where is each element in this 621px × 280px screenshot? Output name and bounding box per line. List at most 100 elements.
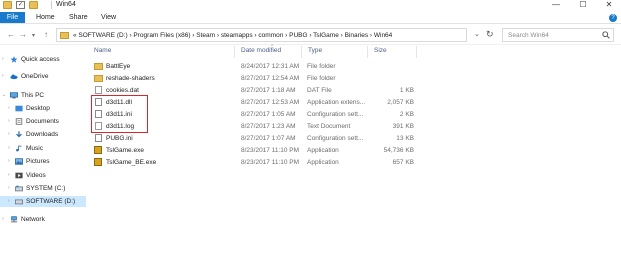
address-dropdown-button[interactable]: ⌄ — [474, 30, 480, 38]
highlight-annotation-box — [91, 95, 148, 133]
chevron-right-icon[interactable]: › — [8, 183, 10, 194]
file-size: 13 KB — [396, 135, 414, 142]
file-type: Application — [307, 159, 339, 166]
column-divider[interactable] — [367, 46, 368, 58]
column-divider[interactable] — [301, 46, 302, 58]
column-date-modified[interactable]: Date modified — [241, 47, 281, 54]
column-name[interactable]: Name — [94, 47, 111, 54]
new-folder-icon[interactable] — [29, 1, 38, 9]
column-size[interactable]: Size — [374, 47, 387, 54]
chevron-right-icon[interactable]: › — [2, 214, 4, 225]
chevron-right-icon[interactable]: › — [8, 156, 10, 167]
tab-share[interactable]: Share — [63, 12, 94, 23]
videos-icon — [15, 172, 23, 179]
nav-desktop[interactable]: › Desktop — [0, 103, 86, 114]
minimize-button[interactable]: — — [544, 0, 568, 10]
chevron-right-icon[interactable]: › — [2, 54, 4, 65]
nav-label: Pictures — [26, 158, 50, 165]
chevron-right-icon[interactable]: › — [8, 170, 10, 181]
file-type: Configuration sett... — [307, 111, 364, 118]
file-size: 2,057 KB — [387, 99, 414, 106]
chevron-right-icon[interactable]: › — [8, 196, 10, 207]
nav-label: SYSTEM (C:) — [26, 185, 66, 192]
network-icon — [10, 216, 18, 223]
maximize-button[interactable]: ☐ — [571, 0, 595, 10]
file-date: 8/24/2017 12:31 AM — [241, 63, 300, 70]
exe-icon — [94, 146, 102, 154]
chevron-down-icon[interactable]: ⌄ — [2, 90, 6, 101]
file-row[interactable]: TslGame_BE.exe 8/23/2017 11:10 PM Applic… — [92, 157, 422, 168]
file-row[interactable]: BattlEye 8/24/2017 12:31 AM File folder — [92, 61, 422, 72]
nav-label: Music — [26, 145, 43, 152]
chevron-right-icon[interactable]: › — [8, 103, 10, 114]
file-type: File folder — [307, 75, 336, 82]
file-row[interactable]: TslGame.exe 8/23/2017 11:10 PM Applicati… — [92, 145, 422, 156]
nav-label: Desktop — [26, 105, 50, 112]
breadcrumb[interactable]: « SOFTWARE (D:) › Program Files (x86) › … — [73, 32, 392, 39]
address-bar[interactable]: « SOFTWARE (D:) › Program Files (x86) › … — [56, 28, 467, 42]
chevron-right-icon[interactable]: › — [8, 129, 10, 140]
nav-onedrive[interactable]: › OneDrive — [0, 71, 86, 82]
file-size: 657 KB — [392, 159, 414, 166]
tab-home[interactable]: Home — [30, 12, 61, 23]
close-button[interactable]: ✕ — [597, 0, 621, 10]
nav-videos[interactable]: › Videos — [0, 170, 86, 181]
file-name: TslGame.exe — [106, 147, 144, 154]
chevron-right-icon[interactable]: › — [8, 116, 10, 127]
nav-documents[interactable]: › Documents — [0, 116, 86, 127]
search-icon — [602, 31, 610, 39]
nav-quick-access[interactable]: › Quick access — [0, 54, 86, 65]
nav-system-drive[interactable]: › SYSTEM (C:) — [0, 183, 86, 194]
separator — [51, 1, 52, 9]
file-size: 2 KB — [399, 111, 414, 118]
file-type: Application — [307, 147, 339, 154]
pc-icon — [10, 92, 18, 99]
tab-view[interactable]: View — [95, 12, 122, 23]
file-date: 8/27/2017 12:53 AM — [241, 99, 300, 106]
column-divider[interactable] — [234, 46, 235, 58]
forward-button[interactable]: → — [19, 30, 27, 39]
cloud-icon — [10, 74, 18, 80]
file-date: 8/23/2017 11:10 PM — [241, 159, 300, 166]
chevron-right-icon[interactable]: › — [2, 71, 4, 82]
desktop-icon — [15, 105, 23, 112]
file-type: Configuration sett... — [307, 135, 364, 142]
column-type[interactable]: Type — [308, 47, 322, 54]
recent-locations-button[interactable]: ▾ — [32, 32, 35, 39]
file-name: TslGame_BE.exe — [106, 159, 157, 166]
file-date: 8/23/2017 11:10 PM — [241, 147, 300, 154]
nav-label: Network — [21, 216, 45, 223]
chevron-right-icon[interactable]: › — [8, 143, 10, 154]
file-date: 8/27/2017 1:07 AM — [241, 135, 296, 142]
star-icon — [10, 56, 18, 63]
file-date: 8/27/2017 1:05 AM — [241, 111, 296, 118]
address-row: ← → ▾ ↑ « SOFTWARE (D:) › Program Files … — [0, 25, 621, 45]
nav-this-pc[interactable]: ⌄ This PC — [0, 90, 86, 101]
navigation-pane: › Quick access › OneDrive ⌄ This PC › De… — [0, 46, 86, 280]
nav-network[interactable]: › Network — [0, 214, 86, 225]
folder-icon — [94, 63, 103, 70]
folder-icon — [94, 75, 103, 82]
file-date: 8/27/2017 1:18 AM — [241, 87, 296, 94]
file-name: reshade-shaders — [106, 75, 155, 82]
file-size: 54,736 KB — [383, 147, 414, 154]
file-name: BattlEye — [106, 63, 131, 70]
file-type: Text Document — [307, 123, 351, 130]
nav-pictures[interactable]: › Pictures — [0, 156, 86, 167]
file-row[interactable]: PUBG.ini 8/27/2017 1:07 AM Configuration… — [92, 133, 422, 144]
nav-label: Documents — [26, 118, 59, 125]
nav-software-drive[interactable]: › SOFTWARE (D:) — [0, 196, 86, 207]
column-headers: ^ Name Date modified Type Size — [86, 44, 621, 58]
tab-file[interactable]: File — [0, 12, 25, 23]
nav-music[interactable]: › Music — [0, 143, 86, 154]
column-divider[interactable] — [416, 46, 417, 58]
file-date: 8/27/2017 12:54 AM — [241, 75, 300, 82]
file-row[interactable]: reshade-shaders 8/27/2017 12:54 AM File … — [92, 73, 422, 84]
refresh-button[interactable]: ↻ — [486, 29, 494, 40]
help-icon[interactable]: ? — [609, 14, 617, 22]
up-button[interactable]: ↑ — [44, 30, 48, 39]
properties-icon[interactable]: ✓ — [16, 1, 25, 9]
search-input[interactable]: Search Win64 — [502, 28, 614, 42]
back-button[interactable]: ← — [7, 30, 15, 39]
nav-downloads[interactable]: › Downloads — [0, 129, 86, 140]
